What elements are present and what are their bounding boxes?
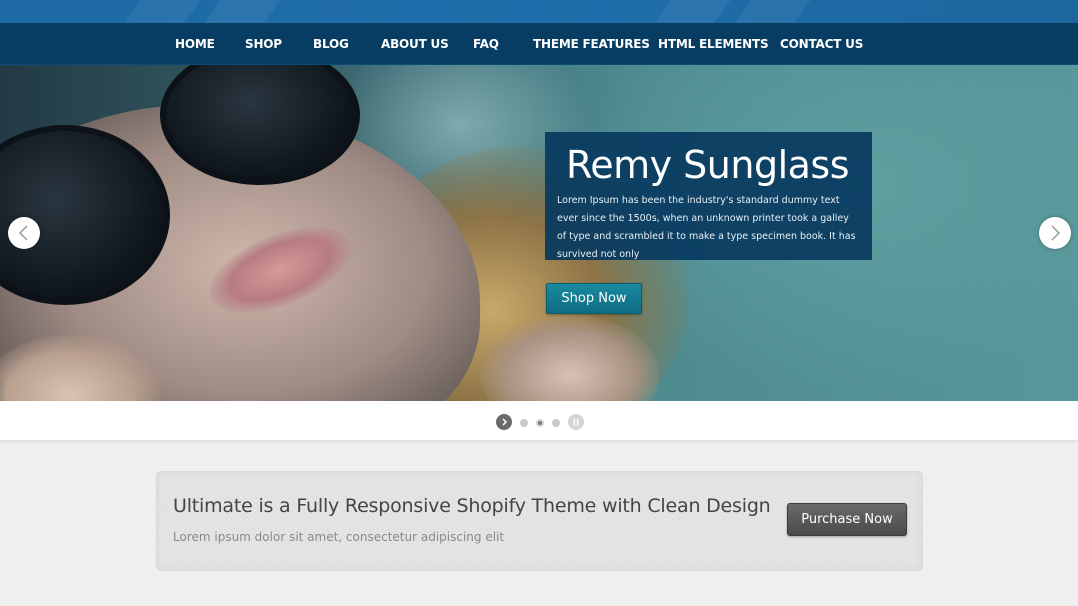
purchase-now-button[interactable]: Purchase Now (787, 503, 907, 536)
nav-html-elements[interactable]: HTML ELEMENTS (658, 23, 769, 65)
pause-icon (573, 418, 579, 426)
decorative-stripe (112, 0, 208, 23)
slide-title: Remy Sunglass (566, 143, 850, 187)
promo-banner: Ultimate is a Fully Responsive Shopify T… (156, 471, 923, 571)
nav-blog[interactable]: BLOG (313, 23, 349, 65)
slider-dot-1[interactable] (520, 419, 528, 427)
nav-contact-us[interactable]: CONTACT US (780, 23, 863, 65)
nav-theme-features[interactable]: THEME FEATURES (533, 23, 650, 65)
nav-about-us[interactable]: ABOUT US (381, 23, 449, 65)
slider-dot-2[interactable] (536, 419, 544, 427)
hero-slider: Remy Sunglass Lorem Ipsum has been the i… (0, 65, 1078, 401)
main-nav: HOME SHOP BLOG ABOUT US FAQ THEME FEATUR… (0, 23, 1078, 65)
chevron-right-icon (502, 418, 508, 426)
slider-dot-3[interactable] (552, 419, 560, 427)
shop-now-button[interactable]: Shop Now (546, 283, 642, 314)
decorative-stripe (192, 0, 288, 23)
slide-description: Lorem Ipsum has been the industry's stan… (557, 195, 856, 260)
top-band (0, 0, 1078, 23)
decorative-stripe (642, 0, 738, 23)
slider-pause-button[interactable] (568, 414, 584, 430)
nav-home[interactable]: HOME (175, 23, 215, 65)
nav-shop[interactable]: SHOP (245, 23, 282, 65)
promo-subtitle: Lorem ipsum dolor sit amet, consectetur … (173, 530, 505, 544)
nav-faq[interactable]: FAQ (473, 23, 499, 65)
slider-prev-button[interactable] (8, 217, 40, 249)
chevron-right-icon (1051, 225, 1061, 241)
slider-play-button[interactable] (496, 414, 512, 430)
slider-next-button[interactable] (1039, 217, 1071, 249)
slide-caption: Remy Sunglass Lorem Ipsum has been the i… (545, 132, 872, 260)
promo-title: Ultimate is a Fully Responsive Shopify T… (173, 495, 771, 517)
decorative-stripe (722, 0, 818, 23)
chevron-left-icon (18, 225, 28, 241)
